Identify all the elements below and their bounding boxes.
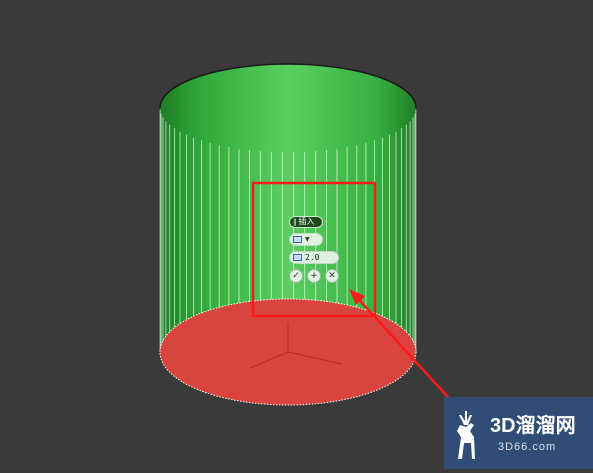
caddy-title[interactable]: ‖ 插入 [289,216,323,228]
square-icon [293,254,302,261]
check-icon[interactable]: ✓ [289,269,303,283]
chevron-down-icon: ▼ [305,236,310,243]
caddy-title-label: 插入 [298,217,315,226]
inset-amount-value[interactable]: 2.0 [305,253,319,262]
deer-logo-icon [457,411,475,459]
close-icon[interactable]: ✕ [325,269,339,283]
plus-icon[interactable]: + [307,269,321,283]
caddy-actions: ✓ + ✕ [289,269,339,283]
watermark: 3D溜溜网 3D66.com [444,397,593,469]
watermark-brand: 3D溜溜网 [490,415,576,437]
inset-type-dropdown[interactable]: ▼ [289,233,323,246]
3d-viewport[interactable]: ‖ 插入 ▼ 2.0 ✓ + ✕ 3D溜溜网 3D66.com [0,0,593,469]
watermark-url: 3D66.com [498,441,557,453]
square-icon [293,236,302,243]
grip-icon[interactable]: ‖ [293,216,297,228]
inset-amount-field[interactable]: 2.0 [289,251,339,264]
inset-caddy: ‖ 插入 ▼ 2.0 ✓ + ✕ [289,216,339,283]
